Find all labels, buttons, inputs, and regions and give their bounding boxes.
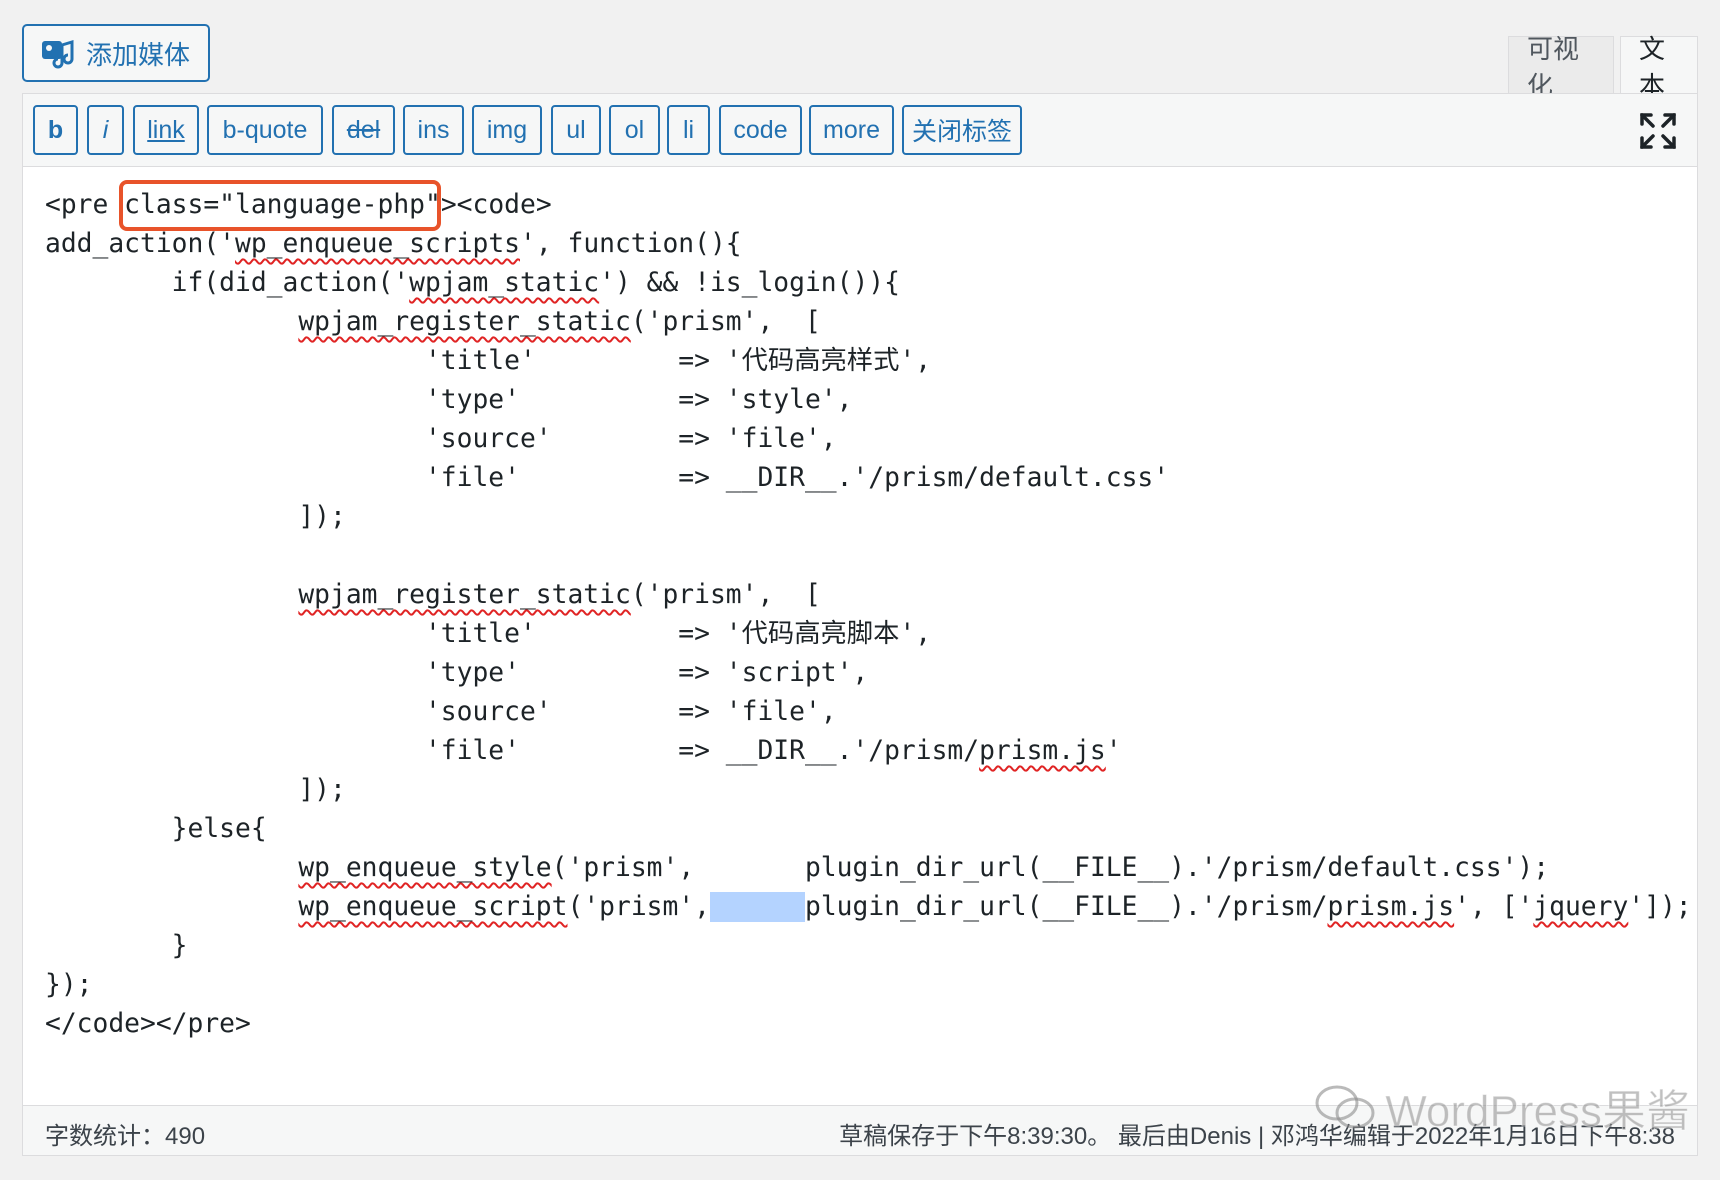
code-token: 'source' => 'file', [45,697,837,727]
misspelled-token: wp_enqueue_style [298,853,552,883]
misspelled-token: wpjam_register_static [298,307,631,337]
code-textarea[interactable]: <pre class="language-php"><code> add_acti… [45,186,1692,1044]
code-token: 'type' => 'style', [45,385,853,415]
code-token: 'title' => '代码高亮脚本', [45,619,932,649]
quicktags-toolbar: b i link b-quote del ins img ul ol li co… [23,94,1697,167]
code-token: 'source' => 'file', [45,424,837,454]
code-line: 'source' => 'file', [45,420,1692,459]
qt-ol-button[interactable]: ol [609,105,660,155]
code-line: wpjam_register_static('prism', [ [45,576,1692,615]
code-token: ', [' [1454,892,1534,922]
draft-saved-info: 草稿保存于下午8:39:30。 最后由Denis | 邓鸿华编辑于2022年1月… [839,1123,1675,1150]
misspelled-token: wp_enqueue_scripts [235,229,520,259]
misspelled-token: wpjam_register_static [298,580,631,610]
code-line: ]); [45,498,1692,537]
code-token: <pre [45,190,125,220]
code-line: } [45,927,1692,966]
code-line: 'source' => 'file', [45,693,1692,732]
code-token: ', function(){ [519,229,742,259]
code-line: }); [45,966,1692,1005]
code-token: 'file' => __DIR__.'/prism/default.css' [45,463,1170,493]
media-icon [42,39,74,69]
code-token: ]); [45,502,346,532]
code-token: }); [45,970,93,1000]
qt-li-button[interactable]: li [667,105,710,155]
code-token: ('prism', plugin_dir_url(__FILE__).'/pri… [551,853,1550,883]
qt-bold-button[interactable]: b [33,105,78,155]
qt-blockquote-button[interactable]: b-quote [207,105,323,155]
fullscreen-icon[interactable] [1639,112,1677,150]
misspelled-token: wpjam_static [409,268,600,298]
code-token: ]); [45,775,346,805]
word-count: 字数统计：490 [45,1123,206,1150]
code-token: add_action(' [45,229,235,259]
code-line: wp_enqueue_script('prism', plugin_dir_ur… [45,888,1692,927]
code-line: wpjam_register_static('prism', [ [45,303,1692,342]
code-token: ') && !is_login()){ [599,268,900,298]
code-token: 'file' => __DIR__.'/prism/ [45,736,980,766]
code-token: 'type' => 'script', [45,658,869,688]
code-line: if(did_action('wpjam_static') && !is_log… [45,264,1692,303]
qt-more-button[interactable]: more [809,105,894,155]
text-selection [709,892,805,922]
code-line: 'title' => '代码高亮样式', [45,342,1692,381]
add-media-label: 添加媒体 [86,39,191,70]
code-token: ('prism', [ [630,307,821,337]
code-token: class="language-php" [124,190,441,220]
code-token: ('prism', [ [630,580,821,610]
misspelled-token: wp_enqueue_script [298,892,568,922]
code-line: add_action('wp_enqueue_scripts', functio… [45,225,1692,264]
qt-img-button[interactable]: img [472,105,542,155]
code-token: ><code> [440,190,552,220]
qt-del-button[interactable]: del [332,105,395,155]
code-line: </code></pre> [45,1005,1692,1044]
code-token: ('prism', [567,892,710,922]
code-line: <pre class="language-php"><code> [45,186,1692,225]
qt-link-button[interactable]: link [133,105,199,155]
code-token: ' [1105,736,1122,766]
status-bar: 字数统计：490 草稿保存于下午8:39:30。 最后由Denis | 邓鸿华编… [23,1105,1697,1155]
tab-visual[interactable]: 可视化 [1508,34,1614,101]
code-line: 'title' => '代码高亮脚本', [45,615,1692,654]
code-token: plugin_dir_url(__FILE__).'/prism/ [804,892,1328,922]
misspelled-token: jquery [1533,892,1629,922]
code-line: ]); [45,771,1692,810]
editor-tabs: 可视化 文本 [1508,34,1698,101]
qt-italic-button[interactable]: i [87,105,124,155]
code-line: 'type' => 'style', [45,381,1692,420]
add-media-button[interactable]: 添加媒体 [22,24,210,82]
code-line: 'file' => __DIR__.'/prism/prism.js' [45,732,1692,771]
code-token: ']); [1628,892,1692,922]
code-line: }else{ [45,810,1692,849]
qt-close-tags-button[interactable]: 关闭标签 [902,105,1022,155]
code-token: </code></pre> [45,1009,251,1039]
misspelled-token: prism.js [979,736,1106,766]
qt-code-button[interactable]: code [719,105,802,155]
tab-text[interactable]: 文本 [1620,34,1698,101]
qt-ins-button[interactable]: ins [403,105,464,155]
code-token: 'title' => '代码高亮样式', [45,346,932,376]
code-token: if(did_action(' [45,268,410,298]
code-token: }else{ [45,814,267,844]
code-line: 'type' => 'script', [45,654,1692,693]
misspelled-token: prism.js [1327,892,1455,922]
code-line: wp_enqueue_style('prism', plugin_dir_url… [45,849,1692,888]
text-editor: b i link b-quote del ins img ul ol li co… [22,93,1698,1156]
code-token: } [45,931,188,961]
qt-ul-button[interactable]: ul [551,105,601,155]
code-line: 'file' => __DIR__.'/prism/default.css' [45,459,1692,498]
